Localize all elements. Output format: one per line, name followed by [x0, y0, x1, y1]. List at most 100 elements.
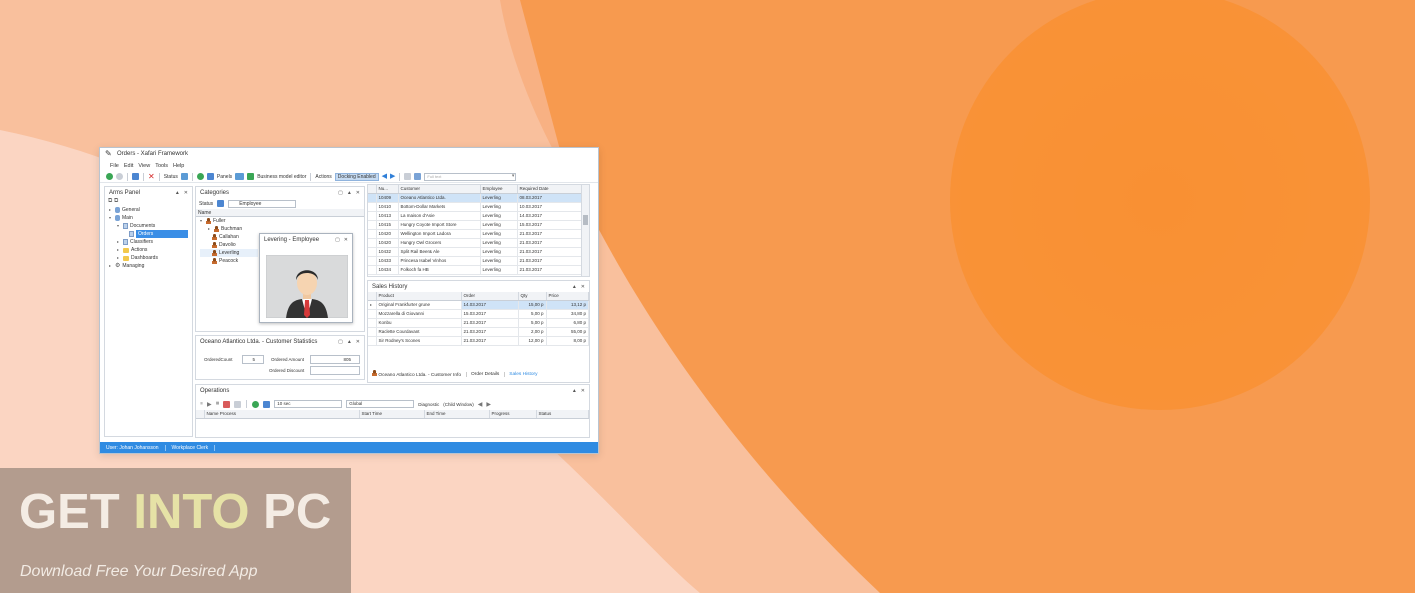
column-header[interactable]: Employee [480, 185, 518, 194]
close-icon[interactable]: ✕ [581, 284, 585, 290]
column-header[interactable]: Name Process [204, 410, 360, 419]
new-icon[interactable] [106, 173, 113, 180]
export-icon[interactable] [206, 173, 214, 180]
model-icon[interactable] [247, 173, 255, 180]
back-arrow-icon[interactable]: ◀ [382, 173, 387, 180]
column-header[interactable]: End Time [424, 410, 490, 419]
column-header[interactable]: Product [376, 292, 462, 301]
column-header[interactable]: Progress [489, 410, 537, 419]
tab-order-details[interactable]: Order Details [466, 371, 499, 377]
vertical-scrollbar[interactable] [581, 185, 589, 276]
menu-edit[interactable]: Edit [124, 163, 133, 169]
column-header[interactable]: Order [461, 292, 519, 301]
refresh-icon[interactable] [116, 173, 123, 180]
column-header[interactable]: Nu... [376, 185, 399, 194]
forward-arrow-icon[interactable]: ▶ [486, 401, 491, 408]
tree-item-dashboards[interactable]: ▸ Dashboards [109, 254, 192, 262]
refresh-icon[interactable] [252, 400, 260, 408]
column-header[interactable]: Qty [518, 292, 547, 301]
table-row[interactable]: Mozzarella di Giovanni 15.03.2017 5,00 p 34… [368, 309, 589, 319]
pause-icon[interactable]: ⏸ [200, 401, 203, 408]
table-row[interactable]: 10420 Hungry Owl Grocers Leverling 21.03.20… [368, 238, 589, 248]
window-icon[interactable]: ▢ [338, 190, 343, 196]
menu-tools[interactable]: Tools [155, 163, 168, 169]
diagnostic-select[interactable]: (Child Window) [443, 402, 474, 407]
docking-enabled-button[interactable]: Docking Enabled [334, 172, 379, 181]
tab-sales-history[interactable]: Sales History [504, 371, 538, 377]
close-icon[interactable]: ✕ [356, 190, 360, 196]
tree-item-managing[interactable]: ▸ ⚙ Managing [109, 262, 192, 270]
panels-dropdown[interactable]: Panels [217, 174, 232, 180]
pin-icon[interactable]: ▲ [347, 190, 352, 196]
save-icon[interactable] [132, 173, 139, 180]
column-header[interactable]: Start Time [359, 410, 425, 419]
close-icon[interactable]: ✕ [184, 190, 188, 196]
pin-icon[interactable]: ▲ [572, 284, 577, 290]
table-row[interactable]: 10432 Split Rail Beer& Ale Leverling 21.03.… [368, 247, 589, 257]
sync-icon[interactable] [196, 173, 204, 180]
table-row[interactable]: 10410 Bottom-Dollar Markets Leverling 10.03… [368, 202, 589, 212]
status-dropdown[interactable]: Status [199, 201, 213, 207]
tree-item-documents[interactable]: ▾ Documents [109, 222, 192, 230]
name-column-header[interactable]: Name [196, 209, 364, 217]
layout-icon[interactable] [404, 173, 412, 180]
pin-icon[interactable]: ▲ [175, 190, 180, 196]
table-row[interactable]: 10433 Princesa Isabel Vinhos Leverling 21.0… [368, 256, 589, 266]
expand-all-icon[interactable]: ⧉ [108, 198, 112, 204]
stop-icon[interactable]: ■ [216, 401, 220, 407]
pin-icon[interactable]: ▲ [347, 339, 352, 345]
monitor-icon[interactable] [235, 173, 245, 180]
table-row[interactable]: Sir Rodney's Scones 21.03.2017 12,00 p 8,00… [368, 336, 589, 346]
tree-item-main[interactable]: ▾ Main [109, 214, 192, 222]
table-row[interactable]: ▸ Original Frankfurter grune 14.03.2017 15,… [368, 300, 589, 310]
ordered-count-input[interactable]: 5 [242, 355, 264, 364]
delete-icon[interactable]: ✕ [148, 172, 155, 181]
collapse-all-icon[interactable]: ⧉ [114, 198, 118, 204]
ordered-amount-input[interactable]: 805 [310, 355, 360, 364]
grid-icon[interactable] [414, 173, 422, 180]
scrollbar-thumb[interactable] [583, 215, 588, 225]
copy-icon[interactable] [234, 400, 242, 408]
table-row[interactable]: 10434 Folkoch fa HB Leverling 21.03.2017 [368, 265, 589, 275]
pin-icon[interactable]: ▲ [572, 388, 577, 394]
menu-view[interactable]: View [138, 163, 150, 169]
close-icon[interactable]: ✕ [356, 339, 360, 345]
tree-item-leverling[interactable]: Leverling [200, 249, 258, 257]
tree-item-orders[interactable]: Orders [109, 230, 192, 238]
tab-customer-info[interactable]: Oceano Atlantico Ltda. - Customer Info [372, 370, 461, 378]
back-arrow-icon[interactable]: ◀ [478, 401, 483, 408]
table-row[interactable]: 10420 Wellington Import Ladora Leverling 21… [368, 229, 589, 239]
table-row[interactable]: 10413 La maison d'Asie Leverling 14.03.2017 [368, 211, 589, 221]
menu-file[interactable]: File [110, 163, 119, 169]
refresh-interval-select[interactable]: 10 sec [274, 400, 343, 408]
tree-item-general[interactable]: ▸ General [109, 206, 192, 214]
employee-filter-select[interactable]: Employee [228, 199, 297, 208]
business-model-editor-button[interactable]: Business model editor [257, 174, 306, 180]
tree-item-actions[interactable]: ▸ Actions [109, 246, 192, 254]
status-dropdown[interactable]: Status [164, 174, 178, 180]
table-row[interactable]: Konbu 21.03.2017 5,00 p 6,80 p [368, 318, 589, 328]
ordered-discount-input[interactable] [310, 366, 360, 375]
column-header[interactable]: Status [536, 410, 589, 419]
window-icon[interactable]: ▢ [338, 339, 343, 345]
column-header[interactable]: Price [546, 292, 589, 301]
tree-item-buchman[interactable]: ▸ Buchman [200, 225, 364, 233]
tree-item-fuller[interactable]: ▾ Fuller [200, 217, 364, 225]
filter-icon[interactable] [180, 173, 188, 180]
table-row[interactable]: 10409 Oceano Atlantico Ltda. Leverling 08.0… [368, 193, 589, 203]
menu-help[interactable]: Help [173, 163, 184, 169]
forward-arrow-icon[interactable]: ▶ [390, 173, 395, 180]
filter-icon[interactable] [217, 200, 225, 207]
play-icon[interactable]: ▶ [207, 401, 212, 408]
scope-select[interactable]: Global [346, 400, 415, 408]
close-icon[interactable]: ✕ [344, 237, 348, 243]
table-row[interactable]: 10415 Hungry Coyote Import Store Leverling… [368, 220, 589, 230]
close-icon[interactable]: ✕ [581, 388, 585, 394]
column-header[interactable]: Customer [398, 185, 481, 194]
export-icon[interactable] [263, 400, 271, 408]
full-text-search-input[interactable]: Full text [424, 172, 517, 181]
clear-icon[interactable] [223, 400, 231, 408]
table-row[interactable]: Raclette Courdavant 21.03.2017 2,00 p 55,00… [368, 327, 589, 337]
window-icon[interactable]: ▢ [335, 237, 340, 243]
column-header[interactable]: Required Date [517, 185, 589, 194]
